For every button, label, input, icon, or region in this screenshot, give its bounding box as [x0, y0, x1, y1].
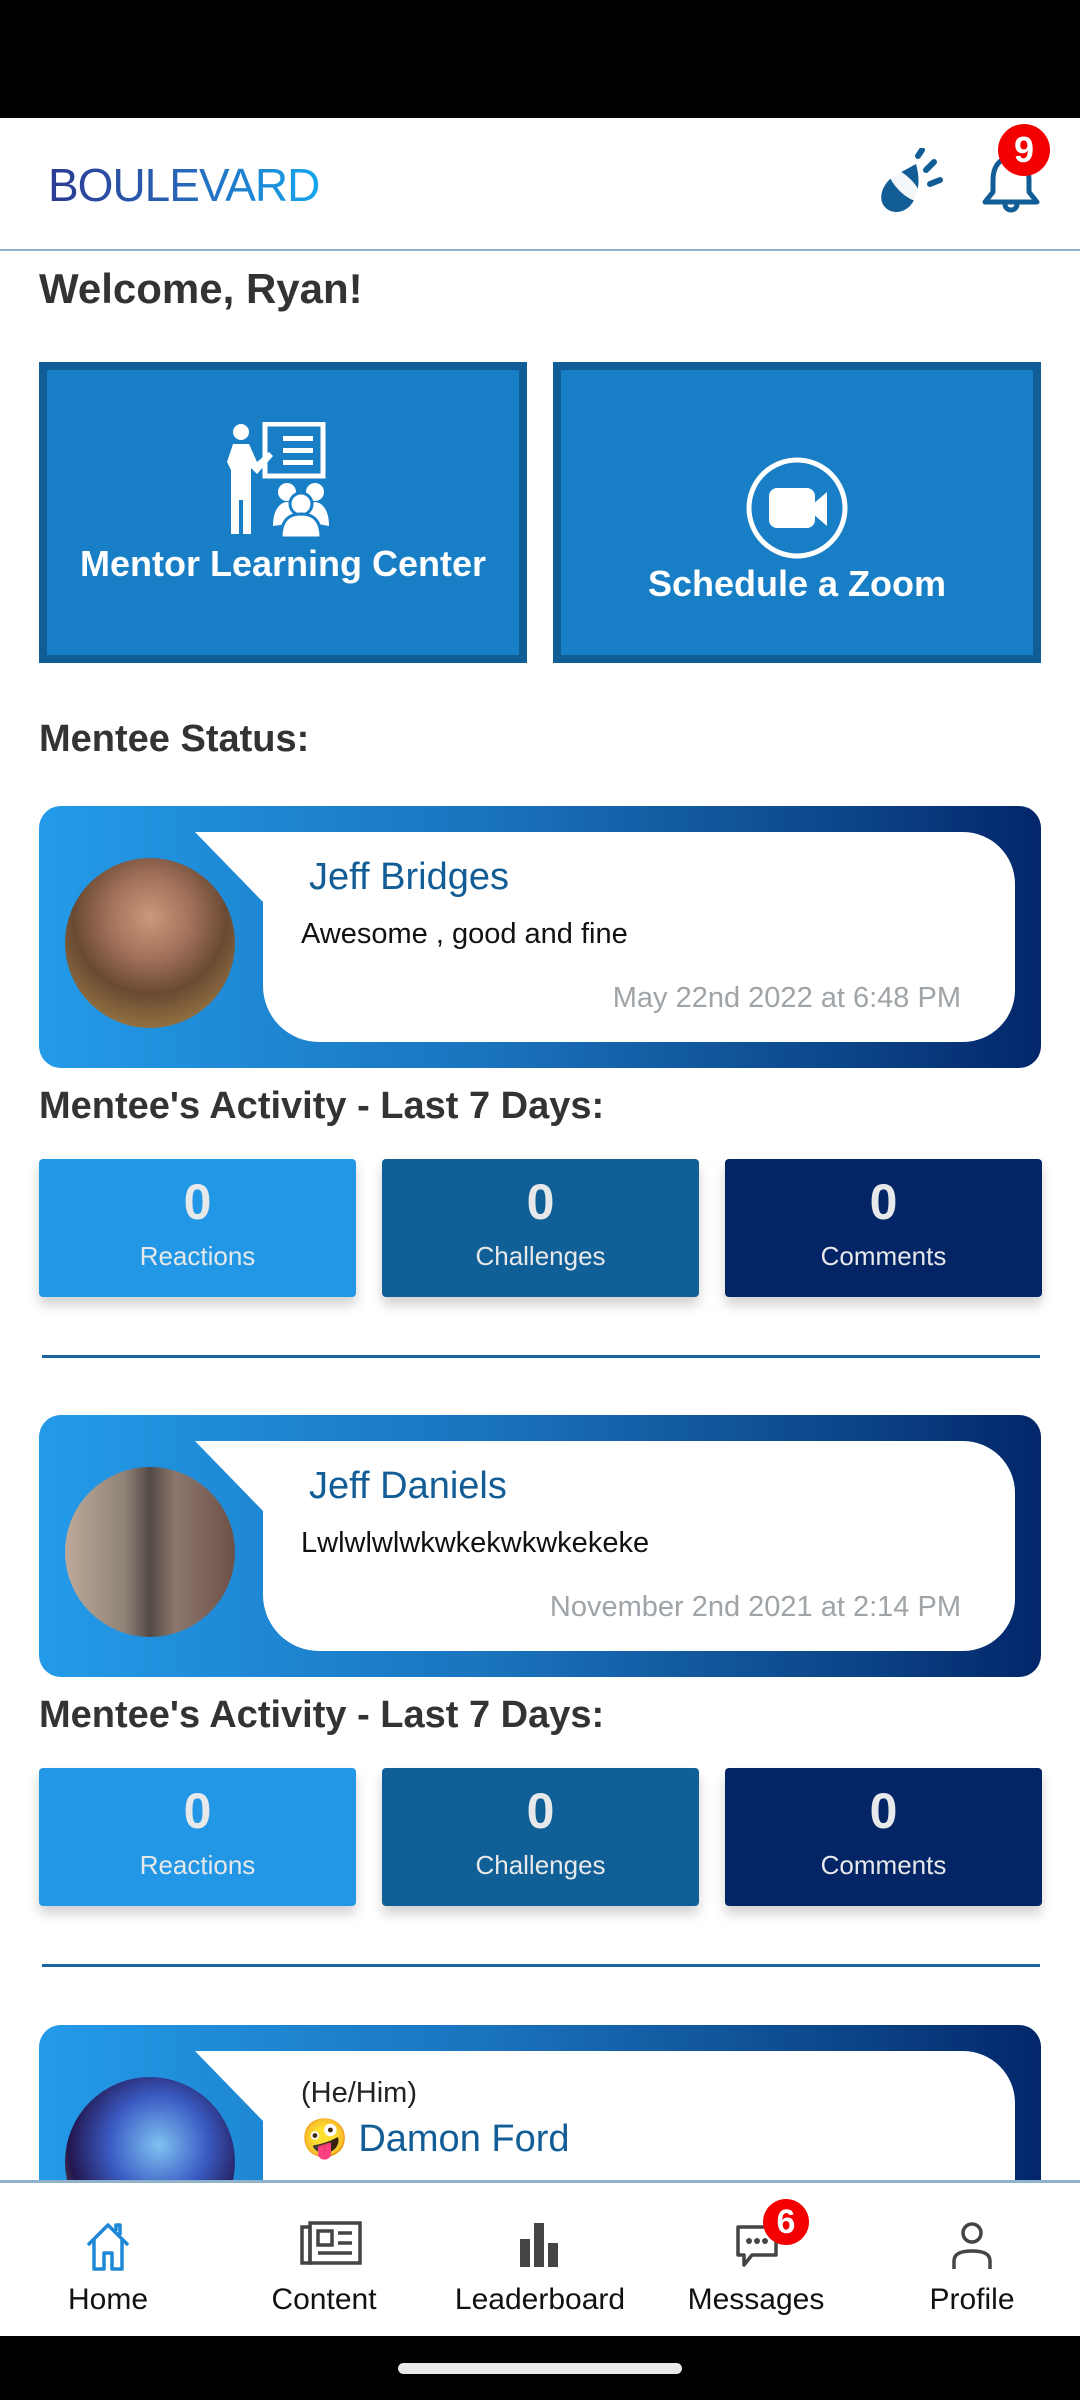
notification-badge: 9 — [998, 124, 1050, 176]
announcement-icon[interactable] — [876, 148, 948, 220]
mentee-card[interactable]: Jeff Bridges Awesome , good and fine May… — [39, 806, 1041, 1068]
reactions-stat[interactable]: 0 Reactions — [39, 1159, 356, 1297]
stat-label: Reactions — [139, 1850, 256, 1880]
nav-label: Profile — [929, 2283, 1015, 2316]
bar-chart-icon — [520, 2223, 558, 2267]
section-divider — [42, 1355, 1040, 1358]
home-gesture-handle[interactable] — [398, 2363, 682, 2374]
stat-label: Challenges — [475, 1850, 606, 1880]
nav-label: Content — [271, 2283, 377, 2316]
stat-value: 0 — [183, 1174, 212, 1230]
stat-label: Comments — [820, 1241, 947, 1271]
nav-label: Leaderboard — [454, 2283, 626, 2316]
boulevard-logo[interactable]: BOULEVARD — [48, 158, 320, 212]
mentee-status-date: November 2nd 2021 at 2:14 PM — [549, 1591, 961, 1623]
reactions-stat[interactable]: 0 Reactions — [39, 1768, 356, 1906]
activity-heading: Mentee's Activity - Last 7 Days: — [39, 1694, 605, 1736]
nav-messages[interactable]: Messages — [648, 2183, 864, 2339]
newspaper-icon — [300, 2221, 362, 2265]
mentor-presentation-icon — [227, 422, 329, 538]
nav-content[interactable]: Content — [216, 2183, 432, 2339]
home-icon — [86, 2223, 130, 2271]
avatar[interactable] — [65, 858, 235, 1028]
video-camera-icon — [746, 457, 848, 559]
stat-value: 0 — [869, 1174, 898, 1230]
mentee-status-text: Awesome , good and fine — [301, 918, 628, 950]
mentee-pronouns: (He/Him) — [301, 2077, 417, 2109]
stat-label: Comments — [820, 1850, 947, 1880]
stat-value: 0 — [183, 1783, 212, 1839]
nav-label: Home — [67, 2283, 149, 2316]
app-header: BOULEVARD — [0, 118, 1080, 251]
mentee-name-text: Damon Ford — [358, 2118, 570, 2160]
nav-profile[interactable]: Profile — [864, 2183, 1080, 2339]
comments-stat[interactable]: 0 Comments — [725, 1159, 1042, 1297]
section-divider — [42, 1964, 1040, 1967]
mentee-card[interactable]: Jeff Daniels Lwlwlwlwkwkekwkwkekeke Nove… — [39, 1415, 1041, 1677]
comments-stat[interactable]: 0 Comments — [725, 1768, 1042, 1906]
tile-label: Schedule a Zoom — [647, 563, 947, 604]
bottom-nav: Home Content Leaderboard Messages Profil… — [0, 2180, 1080, 2336]
mentee-name[interactable]: Jeff Bridges — [309, 856, 509, 899]
mentor-learning-center-button[interactable]: Mentor Learning Center — [39, 362, 527, 663]
tile-label: Mentor Learning Center — [79, 543, 487, 584]
mentee-name[interactable]: 🤪 Damon Ford — [301, 2117, 570, 2161]
stat-label: Challenges — [475, 1241, 606, 1271]
avatar[interactable] — [65, 1467, 235, 1637]
mentee-status-text: Lwlwlwlwkwkekwkwkekeke — [301, 1527, 650, 1559]
mentee-emoji: 🤪 — [301, 2118, 349, 2160]
nav-home[interactable]: Home — [0, 2183, 216, 2339]
challenges-stat[interactable]: 0 Challenges — [382, 1159, 699, 1297]
schedule-zoom-button[interactable]: Schedule a Zoom — [553, 362, 1041, 663]
system-navigation-bar — [0, 2336, 1080, 2400]
mentee-name[interactable]: Jeff Daniels — [309, 1465, 507, 1508]
stat-value: 0 — [526, 1174, 555, 1230]
challenges-stat[interactable]: 0 Challenges — [382, 1768, 699, 1906]
stat-label: Reactions — [139, 1241, 256, 1271]
person-icon — [952, 2222, 992, 2269]
stat-value: 0 — [869, 1783, 898, 1839]
activity-heading: Mentee's Activity - Last 7 Days: — [39, 1085, 605, 1127]
messages-badge: 6 — [763, 2199, 809, 2245]
nav-leaderboard[interactable]: Leaderboard — [432, 2183, 648, 2339]
nav-label: Messages — [687, 2283, 825, 2316]
mentee-status-date: May 22nd 2022 at 6:48 PM — [612, 982, 961, 1014]
mentee-status-heading: Mentee Status: — [39, 718, 310, 760]
welcome-heading: Welcome, Ryan! — [39, 265, 363, 312]
stat-value: 0 — [526, 1783, 555, 1839]
status-bar — [0, 0, 1080, 118]
